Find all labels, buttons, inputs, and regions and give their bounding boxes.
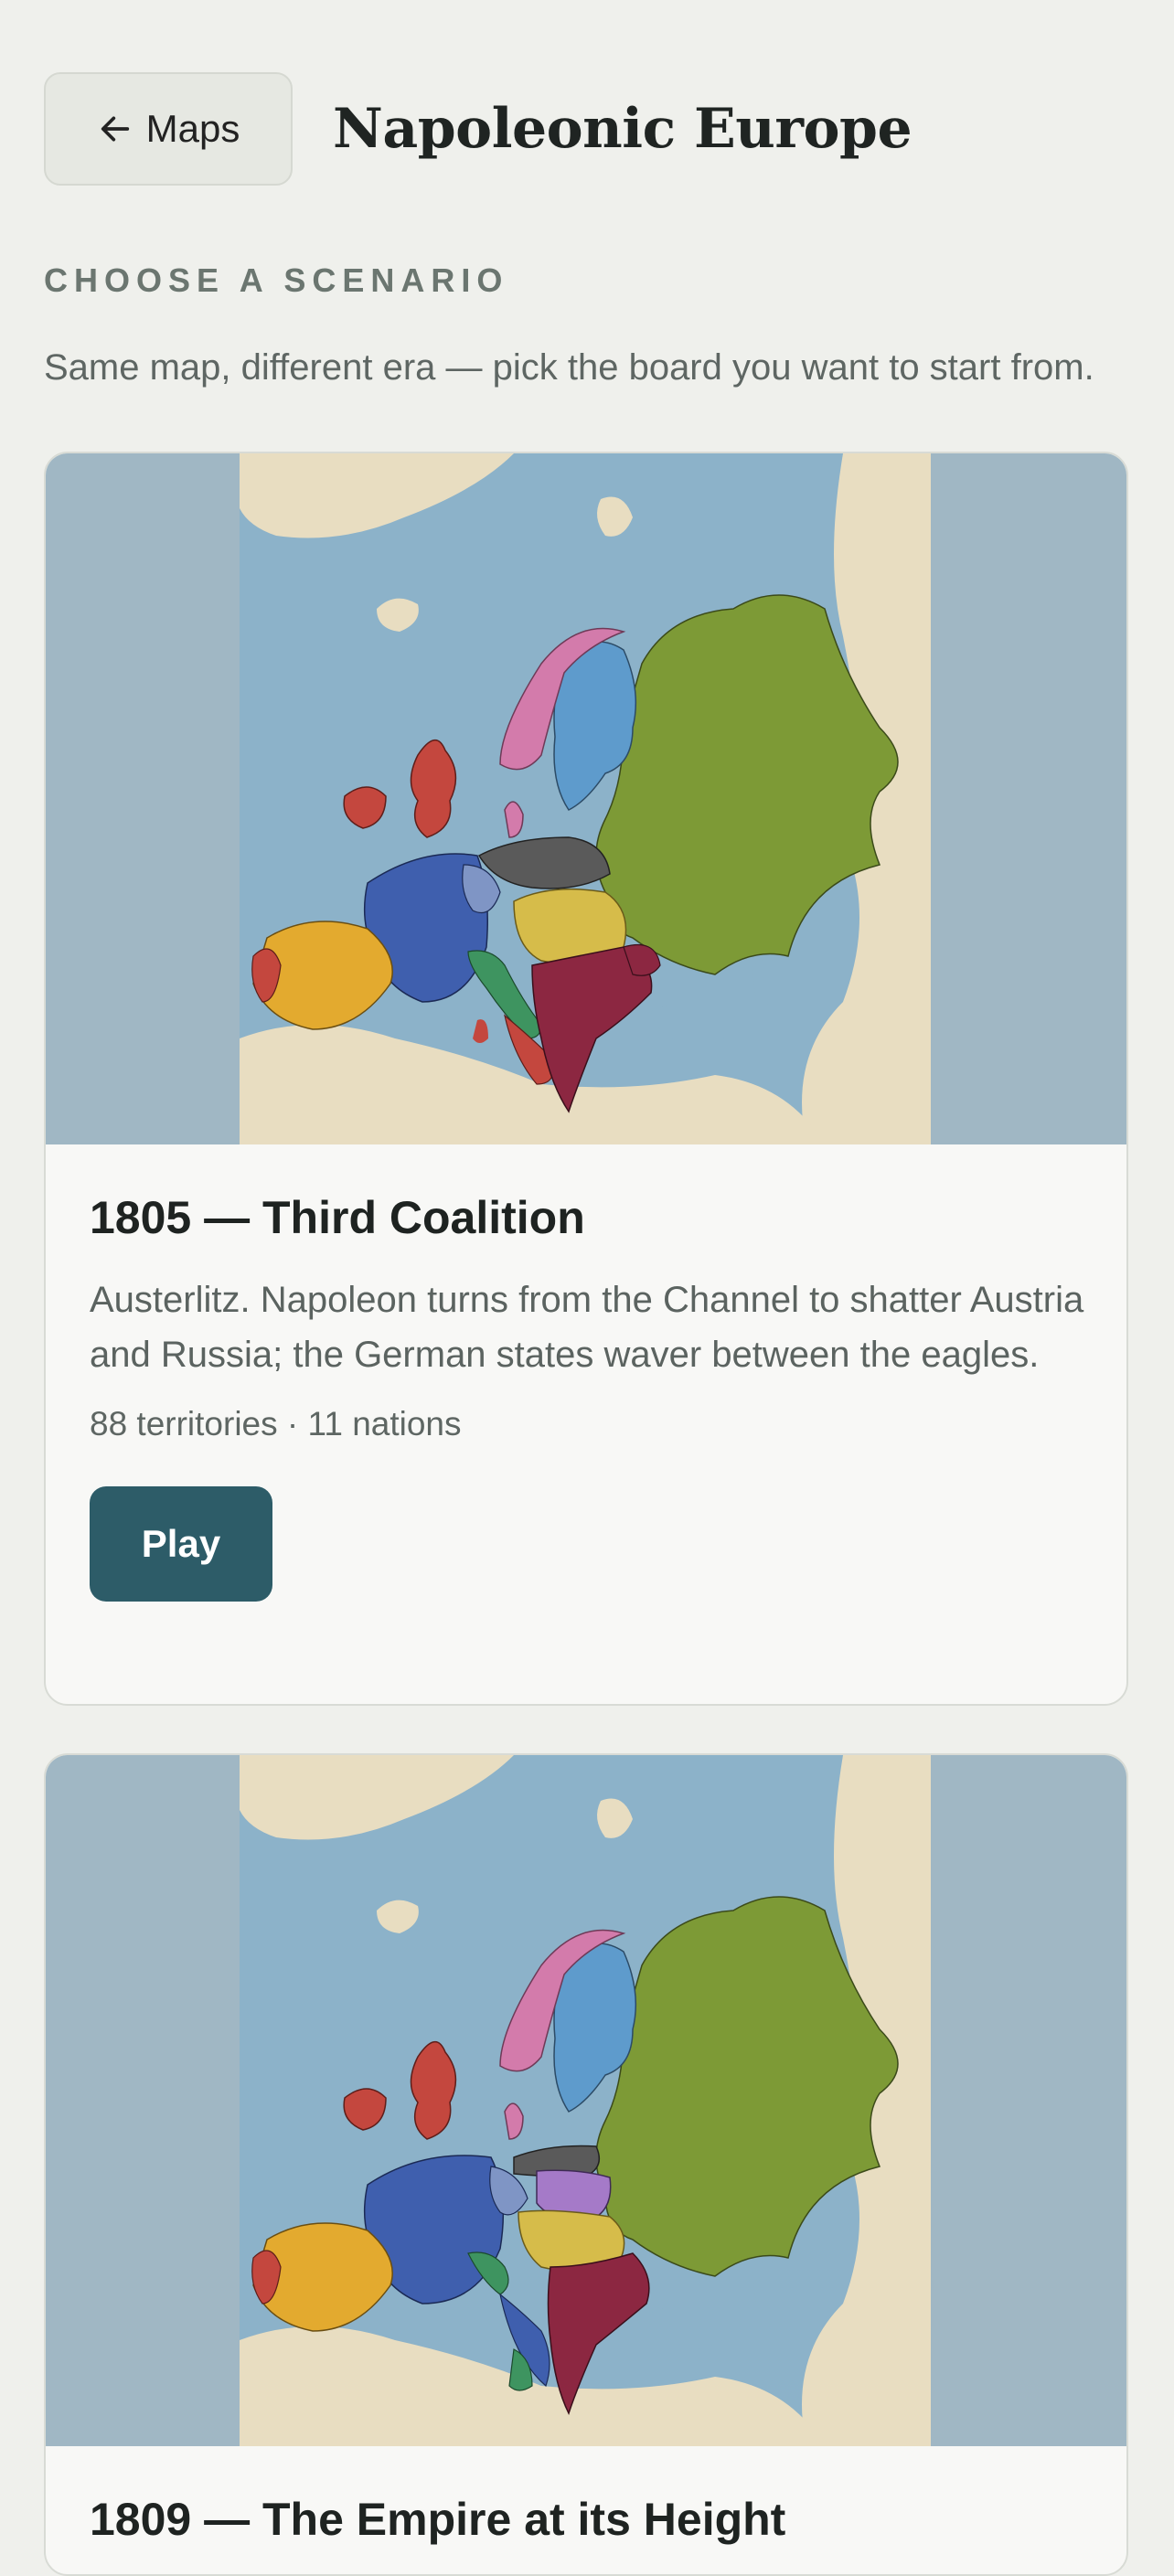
- europe-map-image: [240, 1755, 931, 2446]
- section-label: CHOOSE A SCENARIO: [44, 261, 509, 299]
- scenario-card-1809[interactable]: 1809 — The Empire at its Height: [44, 1753, 1128, 2576]
- intro-text: Same map, different era — pick the board…: [44, 347, 1094, 388]
- scenario-map-preview: [46, 453, 1126, 1144]
- scenario-card-body: 1809 — The Empire at its Height: [46, 2492, 1126, 2547]
- page-title: Napoleonic Europe: [333, 97, 913, 161]
- scenario-map-preview: [46, 1755, 1126, 2446]
- back-button-label: Maps: [145, 107, 240, 150]
- header: Maps Napoleonic Europe: [44, 71, 913, 186]
- europe-map-image: [240, 453, 931, 1144]
- back-to-maps-button[interactable]: Maps: [44, 72, 293, 186]
- scenario-card-1805[interactable]: 1805 — Third Coalition Austerlitz. Napol…: [44, 452, 1128, 1706]
- scenario-card-body: 1805 — Third Coalition Austerlitz. Napol…: [46, 1190, 1126, 1602]
- scenario-title: 1809 — The Empire at its Height: [90, 2494, 786, 2545]
- scenario-meta: 88 territories · 11 nations: [90, 1405, 462, 1442]
- play-button[interactable]: Play: [90, 1486, 272, 1602]
- scenario-title: 1805 — Third Coalition: [90, 1192, 585, 1243]
- scenario-description: Austerlitz. Napoleon turns from the Chan…: [90, 1280, 1084, 1375]
- arrow-left-icon: [101, 116, 129, 142]
